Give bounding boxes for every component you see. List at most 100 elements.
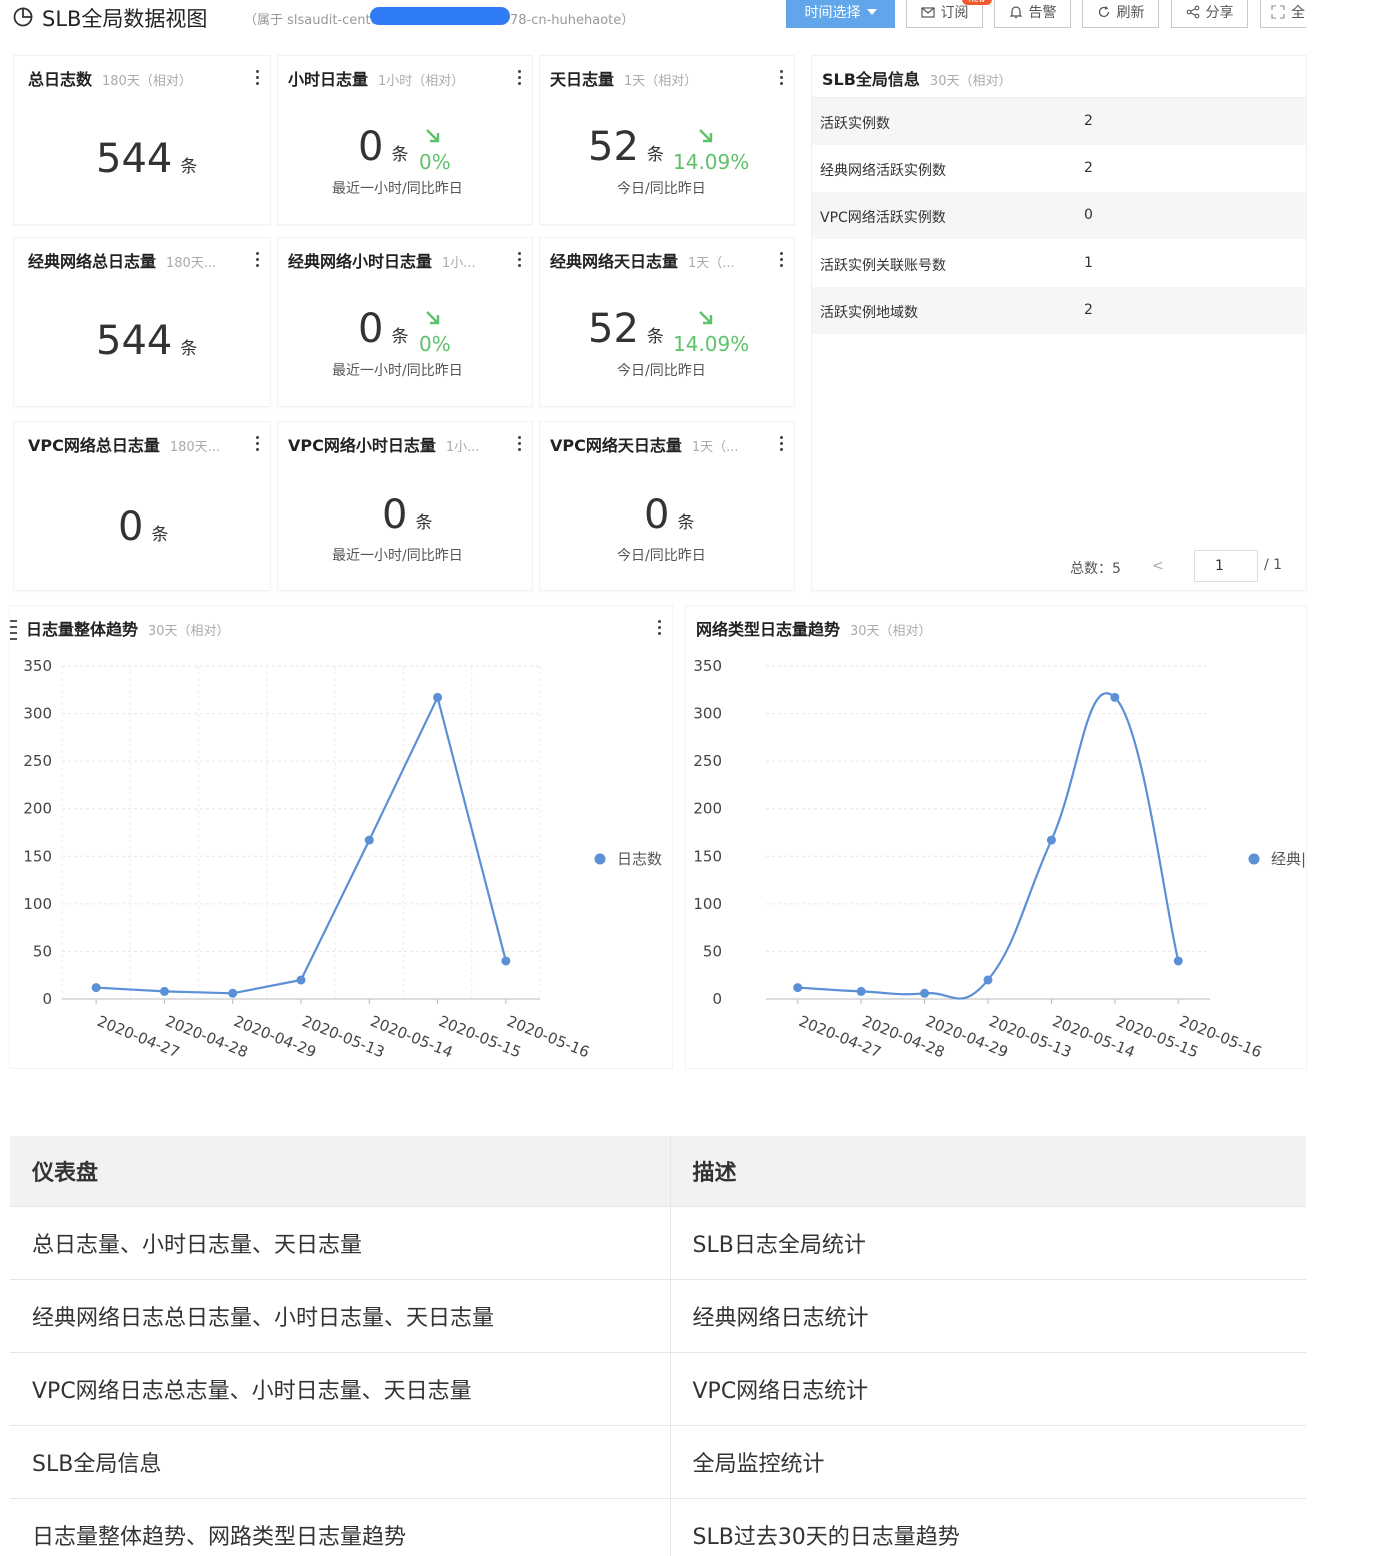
- pager-total: 总数：5: [1070, 561, 1121, 577]
- column-header: 描述: [669, 1136, 1306, 1206]
- metric-caption: 最近一小时/同比昨日: [332, 363, 463, 379]
- card-classic-hourly-logs: 经典网络小时日志量 1小... 0条 0% 最近一小时/同比昨日: [278, 238, 532, 406]
- data-point: [793, 983, 803, 993]
- dashboard-description-table: 仪表盘 描述 总日志量、小时日志量、天日志量 SLB日志全局统计 经典网络日志总日…: [10, 1136, 1306, 1556]
- y-tick-label: 50: [33, 942, 52, 960]
- metric-value: 52 条: [588, 306, 664, 352]
- fullscreen-button[interactable]: 全: [1260, 0, 1306, 28]
- y-tick-label: 100: [23, 895, 52, 913]
- table-cell: SLB日志全局统计: [669, 1205, 1306, 1279]
- more-menu-icon[interactable]: [780, 70, 784, 86]
- data-point: [159, 986, 169, 996]
- y-tick-label: 350: [693, 657, 722, 675]
- y-tick-label: 0: [712, 990, 722, 1008]
- dashboard-pie-icon: [13, 7, 33, 27]
- share-label: 分享: [1205, 5, 1234, 21]
- y-tick-label: 200: [693, 800, 722, 818]
- more-menu-icon[interactable]: [518, 252, 522, 268]
- data-point: [91, 983, 101, 993]
- time-select-label: 时间选择: [804, 5, 861, 21]
- refresh-button[interactable]: 刷新: [1082, 0, 1159, 28]
- chart-card-overall-trend: 日志量整体趋势 30天（相对） 0 50 100 150 200 250 300 350 2020…: [10, 606, 672, 1068]
- y-tick-label: 200: [23, 800, 52, 818]
- more-menu-icon[interactable]: [518, 436, 522, 452]
- share-icon: [1186, 5, 1199, 19]
- info-row: VPC网络活跃实例数 0: [812, 192, 1306, 239]
- data-point: [1046, 835, 1056, 845]
- metric-value: 0条: [358, 306, 409, 352]
- table-row: 总日志量、小时日志量、天日志量 SLB日志全局统计: [10, 1205, 1306, 1279]
- y-tick-label: 250: [23, 752, 52, 770]
- more-menu-icon[interactable]: [780, 436, 784, 452]
- y-tick-label: 300: [693, 705, 722, 723]
- trend-down-arrow-icon: [699, 311, 713, 325]
- table-cell: 全局监控统计: [669, 1424, 1306, 1498]
- card-title: 经典网络天日志量 1天（...: [550, 252, 735, 271]
- share-button[interactable]: 分享: [1171, 0, 1248, 28]
- table-cell: 经典网络日志总日志量、小时日志量、天日志量: [10, 1278, 670, 1352]
- page-title: SLB全局数据视图: [42, 7, 208, 31]
- legend-marker: [594, 853, 606, 865]
- table-cell: VPC网络日志总志量、小时日志量、天日志量: [10, 1351, 670, 1425]
- card-title: VPC网络总日志量 180天...: [28, 436, 221, 455]
- page-number-input[interactable]: 1: [1194, 550, 1258, 582]
- more-menu-icon[interactable]: [256, 252, 260, 268]
- y-tick-label: 150: [23, 847, 52, 865]
- more-menu-icon[interactable]: [518, 70, 522, 86]
- legend-marker: [1248, 853, 1260, 865]
- table-cell: VPC网络日志统计: [669, 1351, 1306, 1425]
- metric-caption: 最近一小时/同比昨日: [332, 548, 463, 564]
- info-row: 经典网络活跃实例数 2: [820, 160, 1093, 179]
- refresh-label: 刷新: [1116, 5, 1145, 21]
- data-point: [296, 975, 306, 985]
- trend-down-arrow-icon: [699, 129, 713, 143]
- table-cell: SLB过去30天的日志量趋势: [669, 1497, 1306, 1556]
- metric-value: 52 条: [588, 124, 664, 170]
- table-cell: 日志量整体趋势、网路类型日志量趋势: [10, 1497, 670, 1556]
- series-line: [96, 694, 507, 995]
- metric-caption: 今日/同比昨日: [617, 363, 706, 379]
- more-menu-icon[interactable]: [256, 436, 260, 452]
- y-tick-label: 50: [703, 942, 722, 960]
- card-classic-daily-logs: 经典网络天日志量 1天（... 52 条 14.09% 今日/同比昨日: [540, 238, 794, 406]
- caret-down-icon: [866, 9, 877, 15]
- data-point: [920, 988, 930, 998]
- trend-down-arrow-icon: [426, 311, 440, 325]
- card-title: VPC网络小时日志量 1小...: [288, 436, 480, 455]
- pager-total-pages: / 1: [1264, 557, 1283, 573]
- data-point: [364, 835, 374, 845]
- mail-icon: [920, 7, 935, 18]
- card-title: 总日志数 180天（相对）: [28, 70, 192, 89]
- time-select-button[interactable]: 时间选择: [786, 0, 895, 28]
- fullscreen-label: 全: [1291, 5, 1305, 21]
- data-point: [856, 986, 866, 996]
- card-vpc-daily-logs: VPC网络天日志量 1天（... 0条 今日/同比昨日: [540, 422, 794, 590]
- card-vpc-total-logs: VPC网络总日志量 180天... 0条: [14, 422, 270, 590]
- redaction-mark: [370, 7, 510, 25]
- metric-caption: 最近一小时/同比昨日: [332, 181, 463, 197]
- trend-percent: 14.09%: [673, 150, 750, 174]
- expand-icon: [1271, 5, 1285, 19]
- trend-down-arrow-icon: [426, 129, 440, 143]
- card-title: 经典网络小时日志量 1小...: [288, 252, 476, 271]
- table-cell: 经典网络日志统计: [669, 1278, 1306, 1352]
- table-row: SLB全局信息 全局监控统计: [10, 1424, 1306, 1498]
- metric-value: 544 条: [96, 318, 198, 364]
- metric-value: 0条: [644, 492, 695, 538]
- data-point: [1110, 692, 1120, 702]
- alert-button[interactable]: 告警: [994, 0, 1071, 28]
- trend-percent: 0%: [419, 150, 451, 174]
- table-row: 经典网络日志总日志量、小时日志量、天日志量 经典网络日志统计: [10, 1278, 1306, 1352]
- card-title: SLB全局信息 30天（相对）: [822, 70, 1012, 89]
- metric-value: 0条: [118, 504, 169, 550]
- table-row: 日志量整体趋势、网路类型日志量趋势 SLB过去30天的日志量趋势: [10, 1497, 1306, 1556]
- pager-prev-button[interactable]: <: [1152, 558, 1164, 574]
- metric-value: 544 条: [96, 136, 198, 182]
- y-tick-label: 100: [693, 895, 722, 913]
- card-title: 天日志量 1天（相对）: [550, 70, 698, 89]
- data-point: [983, 975, 993, 985]
- data-point: [228, 988, 238, 998]
- more-menu-icon[interactable]: [780, 252, 784, 268]
- more-menu-icon[interactable]: [256, 70, 260, 86]
- metric-value: 0条: [382, 492, 433, 538]
